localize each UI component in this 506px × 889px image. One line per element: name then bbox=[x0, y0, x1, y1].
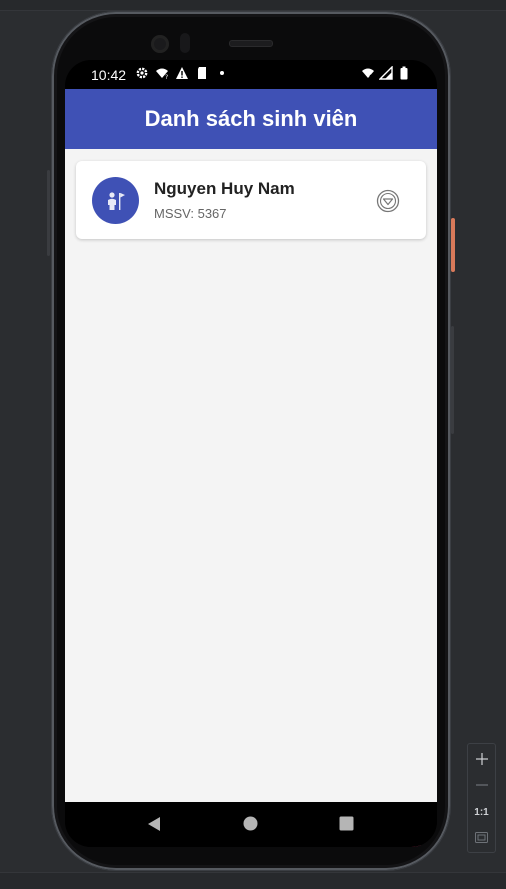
battery-icon bbox=[400, 66, 408, 80]
front-camera bbox=[151, 35, 169, 53]
status-bar: 10:42 ? bbox=[65, 60, 437, 89]
zoom-in-button[interactable] bbox=[468, 750, 495, 768]
camera-sensor bbox=[180, 33, 190, 53]
ide-bottom-bar bbox=[0, 872, 506, 889]
chevron-down-icon[interactable] bbox=[376, 189, 400, 213]
signal-icon bbox=[379, 66, 393, 80]
list-item[interactable]: Nguyen Huy Nam MSSV: 5367 bbox=[76, 161, 426, 239]
earpiece-speaker bbox=[229, 40, 273, 47]
phone-power-button[interactable] bbox=[451, 218, 455, 272]
student-name: Nguyen Huy Nam bbox=[154, 179, 295, 198]
phone-side-button-left bbox=[47, 170, 50, 256]
status-time: 10:42 bbox=[91, 67, 127, 83]
zoom-out-button[interactable] bbox=[468, 777, 495, 793]
dot-icon bbox=[220, 71, 224, 75]
phone-volume-button[interactable] bbox=[451, 326, 454, 434]
student-list: Nguyen Huy Nam MSSV: 5367 bbox=[65, 149, 437, 847]
svg-text:?: ? bbox=[165, 74, 168, 80]
avatar bbox=[92, 177, 139, 224]
zoom-fit-button[interactable] bbox=[468, 828, 495, 846]
page-title: Danh sách sinh viên bbox=[144, 106, 358, 131]
person-flag-icon bbox=[107, 191, 125, 210]
sim-card-icon bbox=[198, 67, 206, 79]
gear-icon bbox=[136, 67, 148, 79]
phone-screen: 10:42 ? Danh sách sinh viên Nguyen Huy N… bbox=[65, 60, 437, 847]
home-circle-icon[interactable] bbox=[243, 816, 258, 831]
zoom-ratio-label: 1:1 bbox=[474, 806, 489, 818]
wifi-off-icon bbox=[362, 68, 375, 80]
status-icons-right bbox=[361, 66, 411, 80]
minus-icon bbox=[475, 784, 488, 786]
app-bar: Danh sách sinh viên bbox=[65, 89, 437, 149]
plus-icon bbox=[475, 753, 488, 765]
fit-screen-icon bbox=[475, 831, 488, 843]
back-triangle-icon[interactable] bbox=[147, 816, 161, 832]
zoom-actual-size-button[interactable]: 1:1 bbox=[468, 802, 495, 822]
recents-square-icon[interactable] bbox=[339, 816, 354, 831]
ide-top-toolbar bbox=[0, 0, 506, 11]
zoom-controls: 1:1 bbox=[467, 743, 496, 853]
wifi-question-icon: ? bbox=[156, 68, 168, 80]
student-id: MSSV: 5367 bbox=[154, 206, 227, 221]
warning-icon bbox=[176, 67, 188, 79]
navigation-bar bbox=[65, 802, 437, 847]
status-icons-left: ? bbox=[135, 66, 229, 80]
